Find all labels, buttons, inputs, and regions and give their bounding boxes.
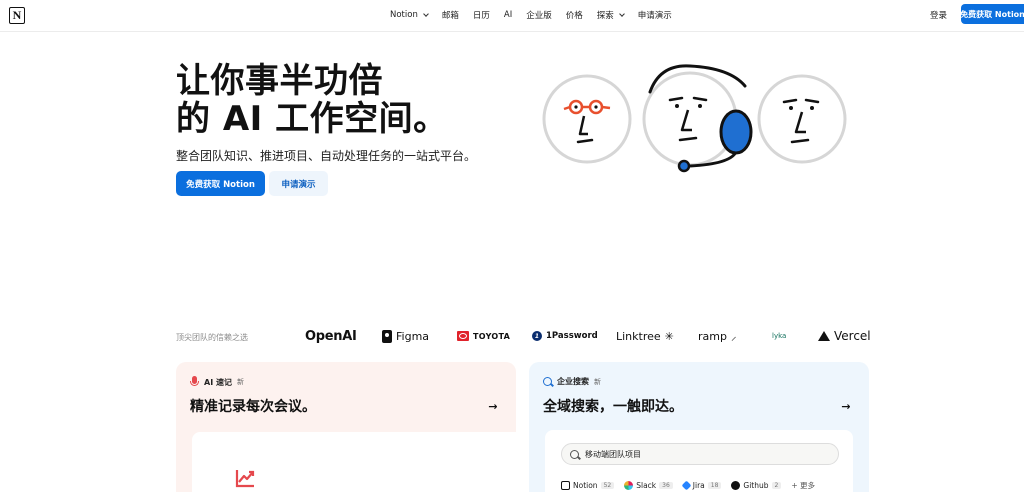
card-tag-label: 企业搜索 <box>557 377 589 386</box>
card-preview-panel <box>192 432 516 492</box>
arrow-right-icon[interactable]: → <box>837 397 855 415</box>
brand-name: 1Password <box>546 331 598 341</box>
ramp-mark-icon: ⸝ <box>730 329 737 343</box>
brand-name: Vercel <box>834 329 871 343</box>
microphone-icon <box>190 376 199 388</box>
login-link[interactable]: 登录 <box>930 9 947 21</box>
nav-item-calendar[interactable]: 日历 <box>473 9 490 21</box>
hero-get-notion-button[interactable]: 免费获取 Notion <box>176 171 265 196</box>
hero-title: 让你事半功倍 的 AI 工作空间。 <box>176 62 448 138</box>
hero-subtitle: 整合团队知识、推进项目、自动处理任务的一站式平台。 <box>176 149 477 163</box>
linktree-logo: Linktree ✳ <box>616 328 674 344</box>
trusted-by-label: 顶尖团队的信赖之选 <box>176 333 248 342</box>
search-icon <box>543 377 552 386</box>
source-notion[interactable]: Notion 52 <box>561 481 615 490</box>
search-input[interactable]: 移动端团队项目 <box>561 443 839 465</box>
source-jira[interactable]: Jira 18 <box>681 480 722 491</box>
face-plain-icon <box>757 74 847 164</box>
arrow-right-icon[interactable]: → <box>484 397 502 415</box>
chevron-down-icon <box>618 10 625 17</box>
nav-item-label: AI <box>503 10 513 20</box>
brand-name: ramp <box>698 329 727 343</box>
github-icon <box>731 481 741 490</box>
nav-links: Notion 邮箱 日历 AI 企业版 价格 探索 申请演示 <box>390 0 672 30</box>
nav-item-label: 企业版 <box>526 11 552 21</box>
nav-item-label: 申请演示 <box>637 11 672 21</box>
card-tag: 企业搜索 新 <box>543 376 601 387</box>
1password-logo: 1 1Password <box>532 328 598 344</box>
brand-name: Linktree <box>616 329 661 343</box>
hero-faces-illustration <box>542 64 847 173</box>
source-count: 36 <box>659 482 673 489</box>
source-count: 52 <box>600 482 615 489</box>
lyka-logo: lyka <box>772 328 786 344</box>
card-title: 全域搜索，一触即达。 <box>543 399 683 415</box>
nav-item-label: 邮箱 <box>441 11 459 21</box>
face-with-glasses-icon <box>542 74 632 164</box>
card-tag-label: AI 速记 <box>204 377 232 387</box>
ramp-logo: ramp ⸝ <box>698 328 736 344</box>
source-name: Github <box>743 481 769 490</box>
openai-logo: OpenAI <box>305 328 357 344</box>
nav-item-pricing[interactable]: 价格 <box>566 9 583 21</box>
chevron-down-icon <box>423 10 429 17</box>
nav-item-request-demo[interactable]: 申请演示 <box>638 9 672 21</box>
trending-up-icon <box>235 470 255 488</box>
brand-name: lyka <box>772 332 787 340</box>
nav-item-enterprise[interactable]: 企业版 <box>526 9 552 21</box>
nav-item-label: 探索 <box>596 11 614 21</box>
jira-icon <box>681 480 692 491</box>
new-badge: 新 <box>594 377 601 386</box>
nav-item-explore[interactable]: 探索 <box>596 9 625 21</box>
brand-name: TOYOTA <box>473 331 511 341</box>
asterisk-icon: ✳ <box>664 329 674 343</box>
nav-item-ai[interactable]: AI <box>504 10 512 20</box>
figma-icon <box>382 329 392 343</box>
top-nav: N Notion 邮箱 日历 AI 企业版 价格 探索 申请演示 登录 免费获取… <box>0 0 1024 32</box>
more-sources-link[interactable]: + 更多 <box>791 480 815 491</box>
card-title: 精准记录每次会议。 <box>190 399 316 415</box>
1password-icon: 1 <box>532 331 542 341</box>
source-name: Slack <box>636 481 657 490</box>
source-count: 18 <box>707 482 722 489</box>
search-icon <box>570 449 579 459</box>
vercel-triangle-icon <box>818 331 830 341</box>
card-tag: AI 速记 新 <box>190 376 244 388</box>
notion-logo-icon[interactable]: N <box>9 7 25 24</box>
brand-name: OpenAI <box>305 328 357 344</box>
slack-icon <box>624 481 634 490</box>
source-count: 2 <box>771 482 782 489</box>
nav-item-label: 价格 <box>565 11 583 21</box>
search-sources: Notion 52 Slack 36 Jira 18 Github 2 + 更多 <box>561 480 815 491</box>
hero-title-line1: 让你事半功倍 <box>176 61 383 101</box>
face-with-headset-icon <box>642 64 753 173</box>
ai-meeting-notes-card[interactable]: AI 速记 新 精准记录每次会议。 → <box>176 362 516 492</box>
new-badge: 新 <box>236 378 244 386</box>
hero-request-demo-button[interactable]: 申请演示 <box>269 171 328 196</box>
toyota-icon <box>457 331 469 341</box>
toyota-logo: TOYOTA <box>457 328 510 344</box>
source-name: Notion <box>573 481 598 490</box>
get-notion-free-button[interactable]: 免费获取 Notion <box>960 4 1024 24</box>
source-slack[interactable]: Slack 36 <box>624 481 673 490</box>
nav-item-notion[interactable]: Notion <box>390 10 429 20</box>
source-name: Jira <box>692 481 705 490</box>
vercel-logo: Vercel <box>818 328 871 344</box>
hero-title-line2: 的 AI 工作空间。 <box>176 99 448 139</box>
notion-icon <box>561 481 570 490</box>
search-query: 移动端团队项目 <box>585 449 641 459</box>
nav-item-label: Notion <box>390 10 418 20</box>
search-preview-panel: 移动端团队项目 Notion 52 Slack 36 Jira 18 Github 2 … <box>545 430 853 492</box>
nav-item-label: 日历 <box>472 11 490 21</box>
figma-logo: Figma <box>382 328 429 344</box>
source-github[interactable]: Github 2 <box>731 481 782 490</box>
nav-item-mail[interactable]: 邮箱 <box>442 9 459 21</box>
enterprise-search-card[interactable]: 企业搜索 新 全域搜索，一触即达。 → 移动端团队项目 Notion 52 Sla… <box>529 362 869 492</box>
brand-name: Figma <box>396 329 430 343</box>
